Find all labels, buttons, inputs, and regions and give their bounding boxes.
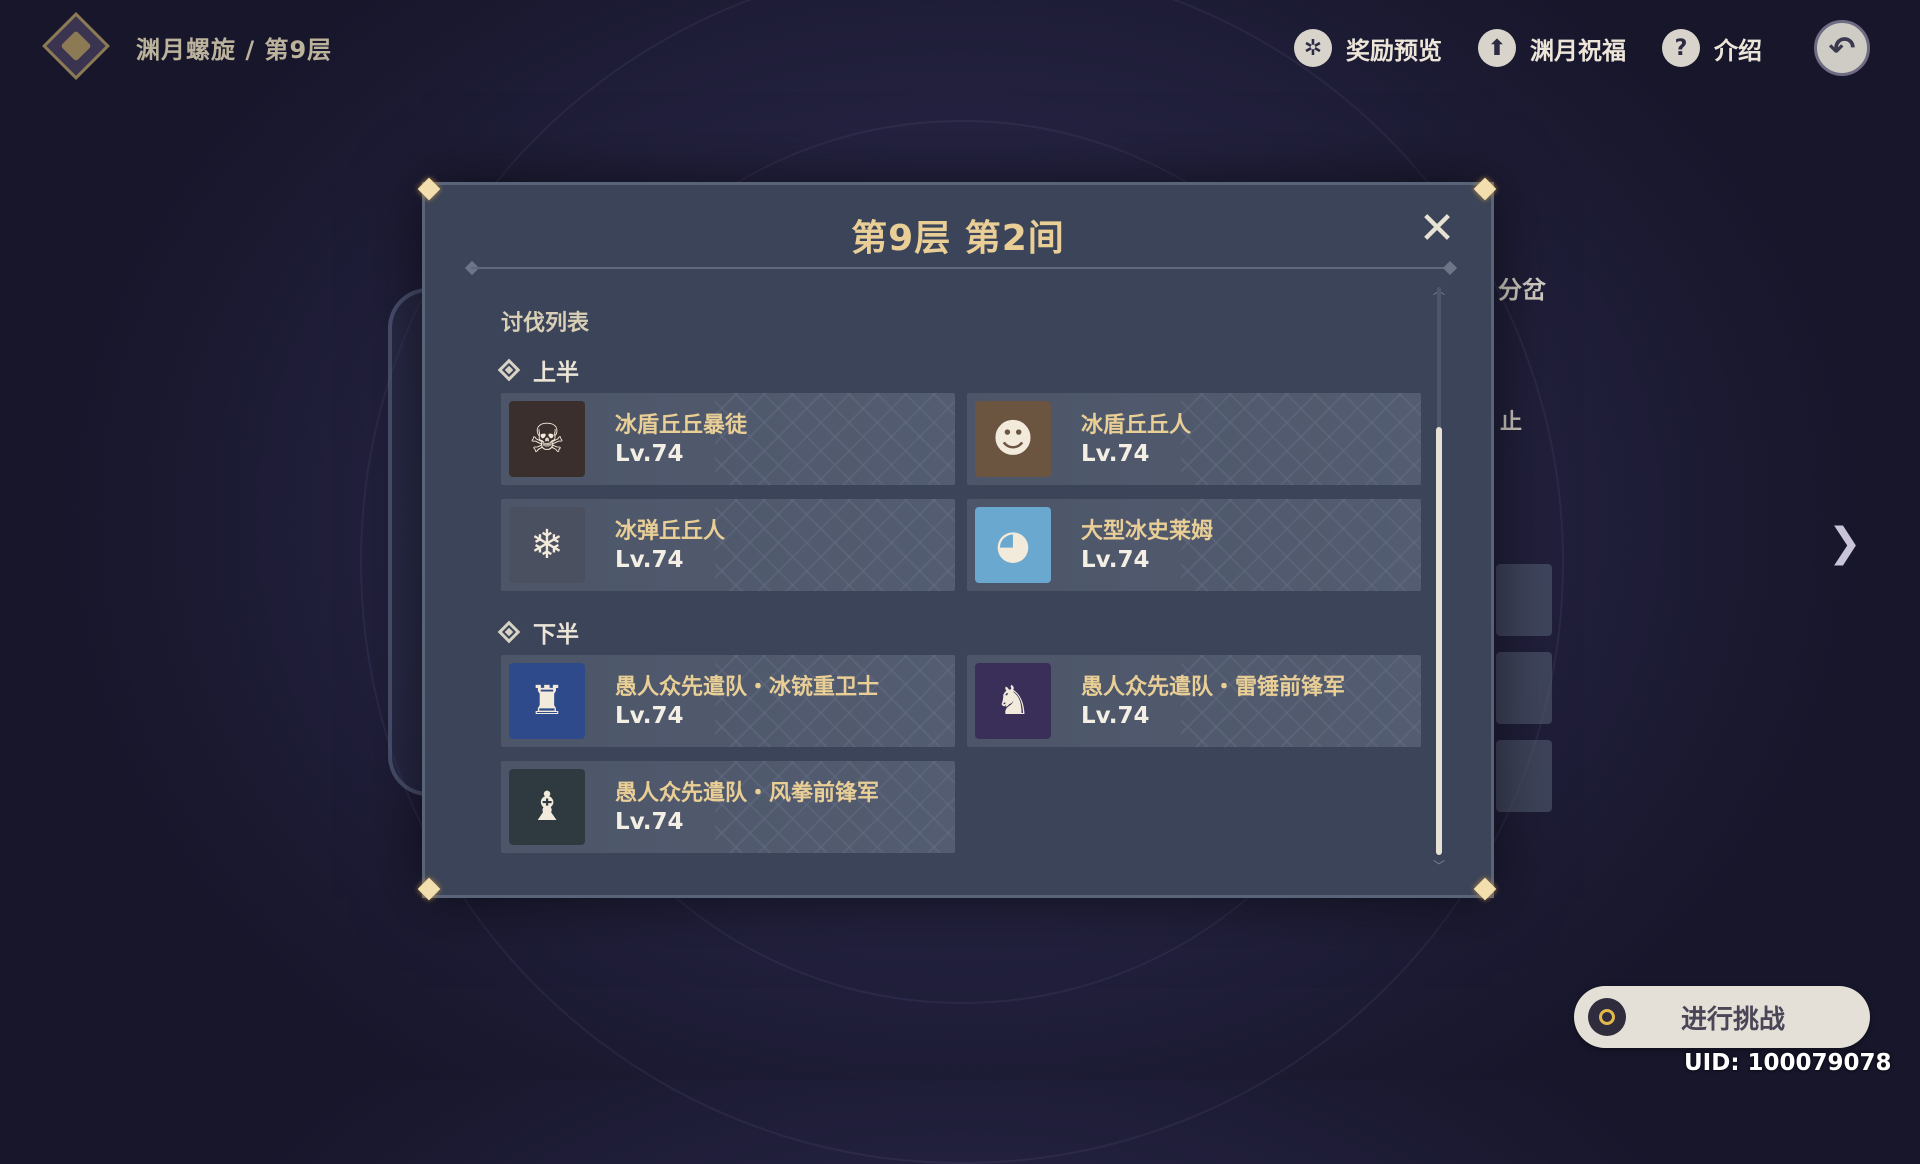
enemy-level: Lv.74 (1081, 703, 1150, 729)
top-bar: 渊月螺旋 / 第9层 ✲ 奖励预览 ⬆ 渊月祝福 ? 介绍 ↶ (0, 0, 1920, 96)
first-half-header: 上半 (497, 353, 579, 387)
corner-ornament (415, 175, 445, 205)
enemy-card[interactable]: ♜ 愚人众先遣队・冰铳重卫士 Lv.74 (501, 655, 955, 747)
blessing-label: 渊月祝福 (1530, 36, 1626, 65)
fatui-electro-icon: ♞ (975, 663, 1051, 739)
enemy-name: 冰盾丘丘人 (1081, 413, 1192, 438)
enemy-level: Lv.74 (615, 703, 684, 729)
modal-title: 第9层 第2间 (851, 218, 1065, 259)
title-divider (471, 267, 1449, 269)
chamber-modal: 第9层 第2间 ✕ ︿ ﹀ 讨伐列表 上半 ☠ 冰盾丘丘暴徒 Lv.74 ☻ 冰… (422, 182, 1494, 898)
enemy-level: Lv.74 (1081, 547, 1150, 573)
enemy-level: Lv.74 (1081, 441, 1150, 467)
diamond-icon (497, 620, 521, 644)
side-panel-slot (1496, 740, 1552, 812)
scroll-down-icon[interactable]: ﹀ (1433, 857, 1445, 874)
cryo-slime-icon: ◕ (975, 507, 1051, 583)
controller-button-icon (1588, 998, 1626, 1036)
fatui-cryogunner-icon: ♜ (509, 663, 585, 739)
enemy-name: 愚人众先遣队・雷锤前锋军 (1081, 675, 1346, 700)
enemy-name: 大型冰史莱姆 (1081, 519, 1214, 544)
corner-ornament (1471, 875, 1501, 905)
corner-ornament (1471, 175, 1501, 205)
enemy-level: Lv.74 (615, 547, 684, 573)
blessing-button[interactable]: ⬆ 渊月祝福 (1478, 26, 1626, 70)
divider-ornament (1442, 260, 1458, 276)
start-challenge-label: 进行挑战 (1680, 1004, 1785, 1035)
enemy-card[interactable]: ♞ 愚人众先遣队・雷锤前锋军 Lv.74 (967, 655, 1421, 747)
abyss-logo-icon (42, 12, 110, 80)
start-challenge-button[interactable]: 进行挑战 (1574, 986, 1870, 1048)
question-icon: ? (1662, 29, 1700, 67)
intro-button[interactable]: ? 介绍 (1662, 26, 1762, 70)
side-panel-label: 分岔 (1498, 276, 1546, 304)
close-icon: ✕ (1418, 203, 1456, 254)
corner-ornament (415, 875, 445, 905)
back-button[interactable]: ↶ (1814, 20, 1870, 76)
upgrade-arrow-icon: ⬆ (1478, 29, 1516, 67)
reward-preview-label: 奖励预览 (1346, 36, 1442, 65)
enemy-name: 愚人众先遣队・风拳前锋军 (615, 781, 880, 806)
hilichurl-icon: ☻ (975, 401, 1051, 477)
player-uid: UID: 100079078 (1684, 1050, 1892, 1076)
diamond-icon (497, 358, 521, 382)
enemy-level: Lv.74 (615, 809, 684, 835)
next-chamber-arrow-icon[interactable]: ❯ (1828, 520, 1862, 566)
side-panel-slot (1496, 652, 1552, 724)
enemy-name: 愚人众先遣队・冰铳重卫士 (615, 675, 880, 700)
second-half-header: 下半 (497, 615, 579, 649)
enemy-card[interactable]: ☻ 冰盾丘丘人 Lv.74 (967, 393, 1421, 485)
enemy-level: Lv.74 (615, 441, 684, 467)
enemy-card[interactable]: ◕ 大型冰史莱姆 Lv.74 (967, 499, 1421, 591)
masked-hilichurl-icon: ☠ (509, 401, 585, 477)
enemy-name: 冰盾丘丘暴徒 (615, 413, 748, 438)
back-arrow-icon: ↶ (1828, 29, 1856, 67)
enemy-card[interactable]: ☠ 冰盾丘丘暴徒 Lv.74 (501, 393, 955, 485)
close-button[interactable]: ✕ (1413, 205, 1461, 253)
reward-preview-button[interactable]: ✲ 奖励预览 (1294, 26, 1442, 70)
side-panel-label: 止 (1500, 410, 1523, 435)
cryo-hilichurl-icon: ❄ (509, 507, 585, 583)
breadcrumb: 渊月螺旋 / 第9层 (136, 36, 333, 64)
enemy-card[interactable]: ❄ 冰弹丘丘人 Lv.74 (501, 499, 955, 591)
enemy-card[interactable]: ♝ 愚人众先遣队・风拳前锋军 Lv.74 (501, 761, 955, 853)
fatui-anemo-icon: ♝ (509, 769, 585, 845)
scrollbar-thumb[interactable] (1436, 427, 1442, 855)
enemy-list-title: 讨伐列表 (501, 311, 590, 336)
second-half-label: 下半 (533, 622, 579, 648)
side-panel-slot (1496, 564, 1552, 636)
gear-badge-icon: ✲ (1294, 29, 1332, 67)
intro-label: 介绍 (1714, 36, 1762, 65)
enemy-name: 冰弹丘丘人 (615, 519, 726, 544)
first-half-label: 上半 (533, 360, 579, 386)
